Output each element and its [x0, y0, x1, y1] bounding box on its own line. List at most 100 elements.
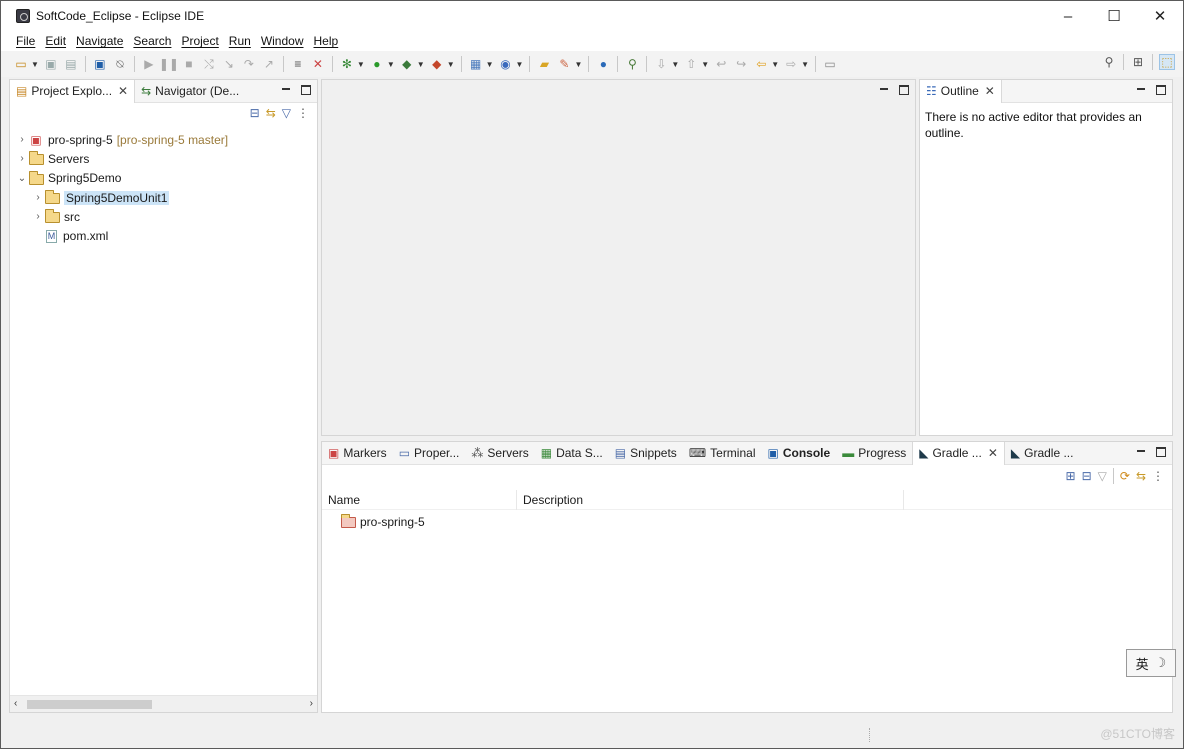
chevron-down-icon[interactable]: ▼ [701, 60, 709, 69]
collapse-all-icon[interactable]: ⊟ [250, 106, 260, 120]
resume-icon[interactable]: ▶ [141, 56, 157, 72]
globe-icon[interactable]: ● [595, 56, 611, 72]
menu-help[interactable]: Help [309, 34, 344, 48]
skip-breakpoints-icon[interactable]: ⍉ [112, 56, 128, 72]
tree-item-spring5demounit1[interactable]: › Spring5DemoUnit1 [10, 188, 317, 207]
forward-icon[interactable]: ⇨ [783, 56, 799, 72]
run-icon[interactable]: ● [369, 56, 385, 72]
prev-annotation-icon[interactable]: ⇧ [683, 56, 699, 72]
tab-console[interactable]: ▣ Console [762, 442, 837, 465]
new-java-class-icon[interactable]: ◉ [498, 56, 514, 72]
chevron-right-icon[interactable]: › [32, 211, 44, 222]
minimize-view-icon[interactable] [1136, 84, 1146, 96]
tab-markers[interactable]: ▣ Markers [322, 442, 393, 465]
tab-navigator[interactable]: ⇆ Navigator (De... [135, 80, 245, 103]
chevron-down-icon[interactable]: ▼ [387, 60, 395, 69]
step-into-icon[interactable]: ↘ [221, 56, 237, 72]
suspend-icon[interactable]: ❚❚ [159, 56, 179, 72]
link-with-selection-icon[interactable]: ⇆ [1136, 469, 1146, 483]
search-people-icon[interactable]: ⚲ [624, 56, 640, 72]
close-icon[interactable]: ✕ [118, 84, 128, 98]
minimize-view-icon[interactable] [879, 84, 889, 96]
chevron-right-icon[interactable]: › [16, 153, 28, 164]
chevron-down-icon[interactable]: ▼ [357, 60, 365, 69]
open-perspective-icon[interactable]: ⊞ [1130, 54, 1146, 70]
smart-build-icon[interactable]: ✕ [310, 56, 326, 72]
toggle-line-icon[interactable]: ≡ [290, 56, 306, 72]
chevron-down-icon[interactable]: ▼ [417, 60, 425, 69]
maximize-view-icon[interactable] [301, 85, 311, 95]
step-return-icon[interactable]: ↗ [261, 56, 277, 72]
menu-file[interactable]: File [11, 34, 40, 48]
menu-project[interactable]: Project [176, 34, 223, 48]
next-annotation-icon[interactable]: ⇩ [653, 56, 669, 72]
last-edit-icon[interactable]: ↩ [713, 56, 729, 72]
menu-navigate[interactable]: Navigate [71, 34, 128, 48]
tree-item-servers[interactable]: › Servers [10, 149, 317, 168]
link-with-editor-icon[interactable]: ⇆ [266, 106, 276, 120]
save-icon[interactable]: ▣ [43, 56, 59, 72]
tab-terminal[interactable]: ⌨ Terminal [683, 442, 762, 465]
chevron-down-icon[interactable]: ⌄ [16, 173, 28, 184]
menu-edit[interactable]: Edit [40, 34, 71, 48]
column-name[interactable]: Name [322, 490, 517, 510]
maximize-button[interactable]: ☐ [1091, 1, 1137, 31]
search-icon[interactable]: ⚲ [1101, 54, 1117, 70]
chevron-down-icon[interactable]: ▼ [771, 60, 779, 69]
scroll-thumb[interactable] [27, 700, 152, 709]
open-folder-icon[interactable]: ▰ [536, 56, 552, 72]
tab-snippets[interactable]: ▤ Snippets [609, 442, 683, 465]
disconnect-icon[interactable]: ⤭ [201, 56, 217, 72]
chevron-right-icon[interactable]: › [32, 192, 44, 203]
pen-icon[interactable]: ✎ [556, 56, 572, 72]
terminate-icon[interactable]: ■ [181, 56, 197, 72]
chevron-down-icon[interactable]: ▼ [31, 60, 39, 69]
debug-icon[interactable]: ✻ [339, 56, 355, 72]
collapse-all-icon[interactable]: ⊟ [1082, 469, 1092, 483]
tab-servers[interactable]: ⁂ Servers [465, 442, 534, 465]
chevron-down-icon[interactable]: ▼ [574, 60, 582, 69]
chevron-down-icon[interactable]: ▼ [447, 60, 455, 69]
back-icon[interactable]: ⇦ [753, 56, 769, 72]
view-menu-icon[interactable]: ⋮ [297, 106, 309, 120]
tab-gradle-executions[interactable]: ◣ Gradle ... [1005, 442, 1080, 465]
refresh-gradle-icon[interactable]: ⟳ [1120, 469, 1130, 483]
last-edit-forward-icon[interactable]: ↪ [733, 56, 749, 72]
tab-data-source[interactable]: ▦ Data S... [535, 442, 609, 465]
close-icon[interactable]: ✕ [985, 84, 995, 98]
new-icon[interactable]: ▭ [13, 56, 29, 72]
chevron-down-icon[interactable]: ▼ [801, 60, 809, 69]
coverage-icon[interactable]: ◆ [399, 56, 415, 72]
console-toggle-icon[interactable]: ▣ [92, 56, 108, 72]
chevron-down-icon[interactable]: ▼ [516, 60, 524, 69]
ime-indicator[interactable]: 英 ☽ [1126, 649, 1176, 677]
maximize-view-icon[interactable] [1156, 447, 1166, 457]
close-button[interactable]: ✕ [1137, 1, 1183, 31]
tab-progress[interactable]: ▬ Progress [836, 442, 912, 465]
minimize-view-icon[interactable] [1136, 446, 1146, 458]
filter-icon[interactable]: ▽ [282, 106, 291, 120]
step-over-icon[interactable]: ↷ [241, 56, 257, 72]
view-menu-icon[interactable]: ⋮ [1152, 469, 1164, 483]
tab-outline[interactable]: ☷ Outline ✕ [920, 79, 1002, 103]
minimize-button[interactable]: – [1045, 1, 1091, 31]
maximize-view-icon[interactable] [899, 85, 909, 95]
minimize-view-icon[interactable] [281, 84, 291, 96]
external-tools-icon[interactable]: ◆ [429, 56, 445, 72]
filter-icon[interactable]: ▽ [1098, 469, 1107, 483]
close-icon[interactable]: ✕ [988, 446, 998, 460]
menu-search[interactable]: Search [128, 34, 176, 48]
column-description[interactable]: Description [517, 490, 904, 510]
menu-run[interactable]: Run [224, 34, 256, 48]
tab-gradle-tasks[interactable]: ◣ Gradle ... ✕ [912, 441, 1005, 465]
scroll-right-icon[interactable]: › [310, 698, 313, 709]
expand-all-icon[interactable]: ⊞ [1066, 469, 1076, 483]
tree-item-src[interactable]: › src [10, 207, 317, 226]
new-server-icon[interactable]: ▦ [468, 56, 484, 72]
save-all-icon[interactable]: ▤ [63, 56, 79, 72]
tab-properties[interactable]: ▭ Proper... [393, 442, 466, 465]
maximize-view-icon[interactable] [1156, 85, 1166, 95]
table-row[interactable]: pro-spring-5 [322, 512, 425, 532]
explorer-horizontal-scrollbar[interactable]: ‹ › [10, 695, 317, 712]
scroll-left-icon[interactable]: ‹ [14, 698, 17, 709]
